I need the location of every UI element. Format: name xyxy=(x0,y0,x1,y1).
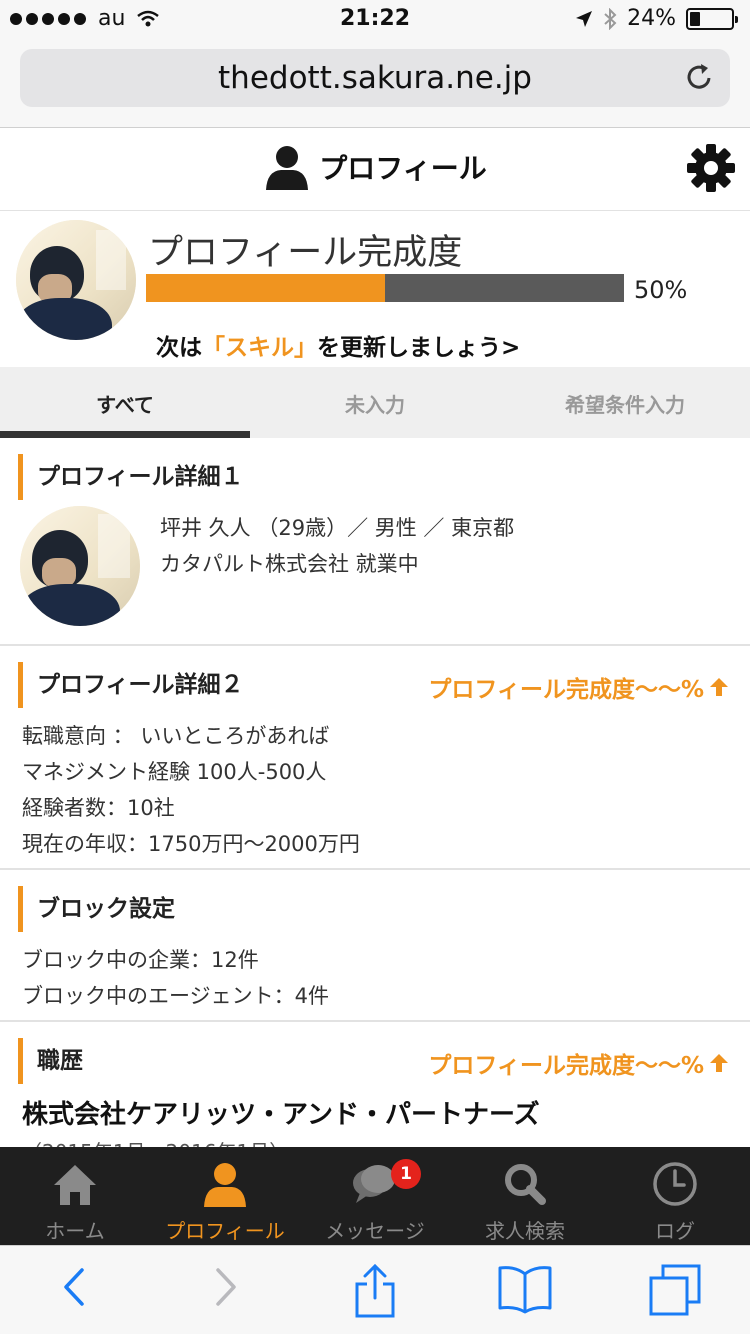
battery-percent: 24% xyxy=(627,6,676,31)
career-card[interactable]: 職歴 プロフィール完成度〜〜% 株式会社ケアリッツ・アンド・パートナーズ （20… xyxy=(0,1022,750,1148)
completion-link-label: プロフィール完成度〜〜% xyxy=(428,1053,704,1079)
reload-icon[interactable] xyxy=(684,61,716,93)
career-company: 株式会社ケアリッツ・アンド・パートナーズ xyxy=(22,1100,540,1130)
profile-detail-1-card[interactable]: プロフィール詳細１ 坪井 久人 （29歳）／ 男性 ／ 東京都 カタパルト株式会… xyxy=(0,438,750,646)
bluetooth-icon xyxy=(604,7,617,30)
blocked-agents: ブロック中のエージェント：4件 xyxy=(22,984,329,1008)
page-title: プロフィール xyxy=(319,152,487,185)
home-icon xyxy=(54,1165,96,1205)
current-salary: 現在の年収：1750万円〜2000万円 xyxy=(22,832,360,856)
status-bar: au 21:22 24% xyxy=(0,0,750,40)
nav-home-label: ホーム xyxy=(45,1219,105,1243)
next-highlight: 「スキル」 xyxy=(202,335,317,361)
status-right: 24% xyxy=(575,6,738,31)
nav-log[interactable]: ログ xyxy=(600,1147,750,1245)
search-icon xyxy=(505,1164,546,1205)
browser-bookmarks-button[interactable] xyxy=(450,1246,600,1334)
tab-desired-conditions[interactable]: 希望条件入力 xyxy=(500,367,750,438)
completion-link-career[interactable]: プロフィール完成度〜〜% xyxy=(428,1046,730,1080)
location-arrow-icon xyxy=(576,10,593,27)
nav-messages-label: メッセージ xyxy=(325,1219,425,1243)
tab-all[interactable]: すべて xyxy=(0,367,250,438)
completion-percent: 50% xyxy=(634,276,688,304)
message-badge: 1 xyxy=(391,1159,421,1189)
avatar[interactable] xyxy=(16,220,136,340)
share-icon xyxy=(355,1264,395,1318)
next-update-link[interactable]: 次は「スキル」を更新しましょう> xyxy=(156,328,520,362)
section-heading-detail-2: プロフィール詳細２ xyxy=(18,662,244,708)
next-prefix: 次は xyxy=(156,335,202,361)
companies-count: 経験者数：10社 xyxy=(22,796,175,820)
block-settings-card[interactable]: ブロック設定 ブロック中の企業：12件 ブロック中のエージェント：4件 xyxy=(0,870,750,1022)
battery-fill xyxy=(690,11,700,26)
address-url[interactable]: thedott.sakura.ne.jp xyxy=(20,60,730,96)
browser-tabs-button[interactable] xyxy=(600,1246,750,1334)
completion-title: プロフィール完成度 xyxy=(148,233,463,273)
nav-messages[interactable]: 1 メッセージ xyxy=(300,1147,450,1245)
profile-name-line: 坪井 久人 （29歳）／ 男性 ／ 東京都 xyxy=(160,516,515,540)
arrow-up-icon xyxy=(710,678,728,696)
profile-detail-2-card[interactable]: プロフィール詳細２ プロフィール完成度〜〜% 転職意向 ： いいところがあれば … xyxy=(0,646,750,870)
tab-unfilled[interactable]: 未入力 xyxy=(250,367,500,438)
section-heading-detail-1: プロフィール詳細１ xyxy=(18,454,244,500)
next-suffix: を更新しましょう> xyxy=(317,335,521,361)
browser-address-area: thedott.sakura.ne.jp xyxy=(0,40,750,128)
battery-icon xyxy=(686,7,738,30)
section-heading-block: ブロック設定 xyxy=(18,886,175,932)
completion-link-label: プロフィール完成度〜〜% xyxy=(428,677,704,703)
bottom-app-nav: ホーム プロフィール 1 メッセージ 求人検索 ログ xyxy=(0,1147,750,1245)
management-experience: マネジメント経験 100人-500人 xyxy=(22,760,327,784)
gear-icon[interactable] xyxy=(686,143,736,193)
browser-share-button[interactable] xyxy=(300,1246,450,1334)
completion-progress-bar xyxy=(146,274,624,302)
blocked-companies: ブロック中の企業：12件 xyxy=(22,948,259,972)
section-heading-career: 職歴 xyxy=(18,1038,83,1084)
job-change-intent: 転職意向 ： いいところがあれば xyxy=(22,724,330,748)
address-bar[interactable]: thedott.sakura.ne.jp xyxy=(20,49,730,107)
nav-home[interactable]: ホーム xyxy=(0,1147,150,1245)
browser-toolbar xyxy=(0,1245,750,1334)
nav-log-label: ログ xyxy=(655,1219,695,1243)
browser-back-button[interactable] xyxy=(0,1246,150,1334)
completion-progress-fill xyxy=(146,274,385,302)
header-title-box: プロフィール xyxy=(0,143,750,191)
nav-profile[interactable]: プロフィール xyxy=(150,1147,300,1245)
nav-job-search[interactable]: 求人検索 xyxy=(450,1147,600,1245)
app-header: プロフィール xyxy=(0,129,750,211)
chevron-right-icon xyxy=(216,1268,236,1306)
person-icon xyxy=(204,1163,246,1207)
completion-link-detail-2[interactable]: プロフィール完成度〜〜% xyxy=(428,670,730,704)
filter-tabs: すべて 未入力 希望条件入力 xyxy=(0,367,750,438)
person-icon xyxy=(266,146,309,190)
profile-completion-section: プロフィール完成度 50% 次は「スキル」を更新しましょう> xyxy=(0,212,750,366)
nav-profile-label: プロフィール xyxy=(165,1219,285,1243)
clock-icon xyxy=(653,1162,697,1206)
chevron-left-icon xyxy=(64,1268,84,1306)
tabs-icon xyxy=(649,1264,701,1316)
browser-forward-button[interactable] xyxy=(150,1246,300,1334)
arrow-up-icon xyxy=(710,1054,728,1072)
profile-employment-line: カタパルト株式会社 就業中 xyxy=(160,552,419,576)
nav-job-search-label: 求人検索 xyxy=(485,1219,565,1243)
avatar xyxy=(20,506,140,626)
book-icon xyxy=(498,1266,552,1314)
